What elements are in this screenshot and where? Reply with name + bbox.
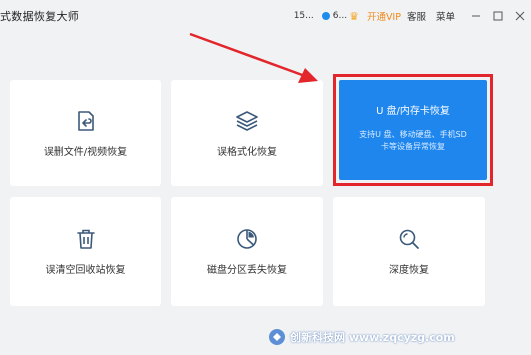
file-restore-icon [74, 109, 98, 133]
deep-recovery-card[interactable]: 深度恢复 [333, 197, 485, 306]
watermark: 创新科技网 www.zqcyzg.com [268, 328, 455, 346]
menu-button[interactable]: 菜单 [436, 9, 455, 23]
usb-card-recovery-card[interactable]: U 盘/内存卡恢复 支持U 盘、移动硬盘、手机SD卡等设备异常恢复 [339, 80, 487, 180]
watermark-text: 创新科技网 www.zqcyzg.com [290, 331, 455, 344]
close-button[interactable] [509, 6, 531, 26]
app-title: 式数据恢复大师 [0, 10, 80, 23]
minimize-icon [472, 15, 480, 17]
magnifier-icon [397, 227, 421, 251]
format-recovery-label: 误格式化恢复 [217, 146, 277, 158]
usb-card-recovery-description: 支持U 盘、移动硬盘、手机SD卡等设备异常恢复 [359, 130, 467, 151]
recycle-bin-recovery-card[interactable]: 误清空回收站恢复 [10, 197, 161, 306]
close-icon [515, 11, 525, 21]
format-recovery-card[interactable]: 误格式化恢复 [171, 80, 323, 186]
partition-recovery-card[interactable]: 磁盘分区丢失恢复 [171, 197, 323, 306]
title-bar-controls: 15... 6... ♛ 开通VIP 客服 菜单 [294, 0, 531, 32]
partition-recovery-label: 磁盘分区丢失恢复 [207, 265, 287, 276]
trash-icon [74, 227, 98, 251]
watermark-logo-icon [269, 329, 285, 345]
account-name[interactable]: 6... [333, 11, 347, 21]
file-video-recovery-label: 误删文件/视频恢复 [43, 146, 128, 158]
minimize-button[interactable] [465, 6, 487, 26]
layers-icon [234, 109, 260, 133]
maximize-button[interactable] [487, 6, 509, 26]
file-video-recovery-card[interactable]: 误删文件/视频恢复 [10, 80, 161, 186]
usb-card-recovery-title: U 盘/内存卡恢复 [376, 106, 450, 117]
avatar[interactable] [321, 12, 330, 20]
crown-icon: ♛ [349, 9, 359, 23]
account-number[interactable]: 15... [294, 11, 314, 21]
service-button[interactable]: 客服 [407, 9, 426, 23]
deep-recovery-label: 深度恢复 [389, 265, 429, 276]
vip-button[interactable]: 开通VIP [367, 9, 401, 23]
recycle-bin-recovery-label: 误清空回收站恢复 [45, 265, 126, 276]
maximize-icon [493, 11, 503, 21]
pie-chart-icon [235, 227, 259, 251]
